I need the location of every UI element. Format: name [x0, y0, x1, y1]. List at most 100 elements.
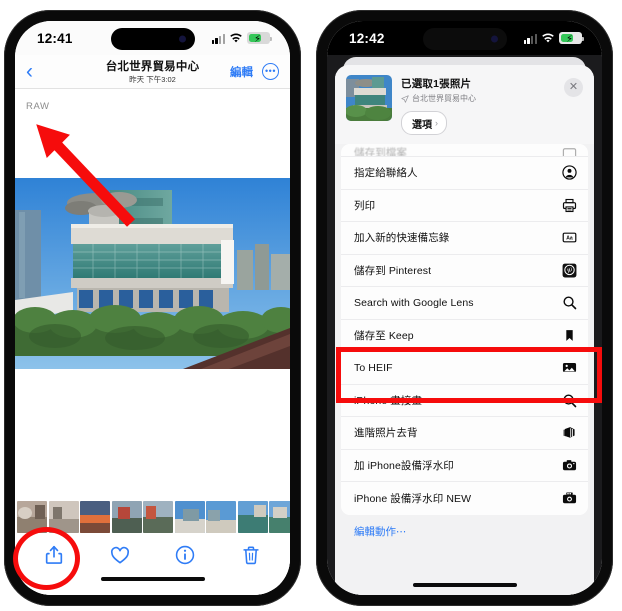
camera-icon — [562, 458, 577, 473]
photo-action-toolbar — [15, 533, 290, 577]
table-row[interactable]: 儲存至 Keep — [341, 319, 588, 352]
printer-icon — [562, 198, 577, 213]
home-indicator[interactable] — [412, 583, 517, 587]
dynamic-island — [110, 28, 195, 50]
table-row[interactable]: iPhone 畫接畫 — [341, 384, 588, 417]
photo-viewer: ‹ 台北世界貿易中心 昨天 下午3:02 編輯 ••• RAW — [15, 55, 290, 595]
table-row[interactable]: 加入新的快速備忘錄 Aa — [341, 222, 588, 255]
search-icon — [562, 295, 577, 310]
screenshot-root: 12:41 ⚡ ‹ 台北世界貿易中心 昨天 下午3:02 編輯 ••• RAW … — [0, 0, 622, 611]
share-sheet-meta: 已選取1張照片 台北世界貿易中心 選項 › — [401, 75, 583, 135]
share-action-list[interactable]: 儲存到檔案 指定給聯絡人 列印 加入新的快速備忘錄 Aa 儲存到 Pintere… — [335, 144, 594, 595]
table-row[interactable]: 進階照片去背 — [341, 417, 588, 450]
row-label: 儲存到 Pinterest — [354, 264, 432, 277]
row-label: iPhone 畫接畫 — [354, 394, 423, 407]
dynamic-island — [422, 28, 507, 50]
list-item[interactable] — [17, 501, 47, 533]
table-row[interactable]: iPhone 設備浮水印 NEW — [341, 482, 588, 515]
right-home-indicator-area — [341, 575, 588, 595]
row-label: 列印 — [354, 199, 376, 212]
location-arrow-icon — [401, 94, 409, 103]
table-row[interactable]: 列印 — [341, 189, 588, 222]
table-row[interactable]: 指定給聯絡人 — [341, 157, 588, 190]
signal-bars-icon — [211, 33, 225, 44]
row-label: 儲存到檔案 — [354, 147, 407, 157]
chevron-left-icon[interactable]: ‹ — [26, 61, 33, 82]
share-sheet: 已選取1張照片 台北世界貿易中心 選項 › ✕ 儲存到檔案 指定給聯絡人 列印 … — [335, 65, 594, 595]
photo-canvas[interactable]: RAW — [15, 89, 290, 501]
right-phone-frame: 12:42 ⚡ 已選取1張照片 台北世界貿易中心 選項 › ✕ 儲存到檔案 指定… — [316, 10, 613, 606]
list-item[interactable] — [48, 501, 79, 533]
keep-bookmark-icon — [562, 328, 577, 343]
share-icon[interactable] — [43, 544, 65, 566]
search-icon — [562, 393, 577, 408]
contact-circle-icon — [562, 165, 577, 180]
options-label: 選項 — [412, 119, 432, 131]
heart-icon[interactable] — [109, 544, 131, 566]
right-phone-screen: 12:42 ⚡ 已選取1張照片 台北世界貿易中心 選項 › ✕ 儲存到檔案 指定… — [327, 21, 602, 595]
table-row[interactable]: 儲存到 Pinterest — [341, 254, 588, 287]
table-row[interactable]: 儲存到檔案 — [341, 144, 588, 157]
home-indicator[interactable] — [100, 577, 205, 581]
layers-icon — [562, 425, 577, 440]
pinterest-icon — [562, 263, 577, 278]
options-button[interactable]: 選項 › — [401, 111, 447, 135]
row-label: 指定給聯絡人 — [354, 167, 418, 180]
status-bar-time: 12:42 — [349, 30, 385, 46]
chevron-right-icon: › — [435, 118, 438, 128]
table-row[interactable]: Search with Google Lens — [341, 287, 588, 320]
row-label: 進階照片去背 — [354, 427, 418, 440]
list-item[interactable] — [80, 501, 110, 533]
left-home-indicator-area — [15, 577, 290, 595]
status-bar-time: 12:41 — [37, 30, 73, 46]
share-sheet-header: 已選取1張照片 台北世界貿易中心 選項 › ✕ — [335, 65, 594, 144]
list-item[interactable] — [237, 501, 268, 533]
photo-thumbnail-strip[interactable] — [15, 501, 290, 533]
location-label: 台北世界貿易中心 — [412, 94, 476, 103]
row-label: To HEIF — [354, 361, 393, 374]
row-label: 儲存至 Keep — [354, 329, 414, 342]
svg-text:Aa: Aa — [566, 236, 573, 242]
row-label: 加 iPhone設備浮水印 — [354, 459, 454, 472]
edit-button[interactable]: 編輯 — [230, 64, 253, 80]
status-bar-indicators: ⚡ — [523, 32, 584, 45]
share-sheet-container: 已選取1張照片 台北世界貿易中心 選項 › ✕ 儲存到檔案 指定給聯絡人 列印 … — [327, 55, 602, 595]
table-row[interactable]: 加 iPhone設備浮水印 — [341, 449, 588, 482]
left-phone-screen: 12:41 ⚡ ‹ 台北世界貿易中心 昨天 下午3:02 編輯 ••• RAW — [15, 21, 290, 595]
share-action-card: 儲存到檔案 指定給聯絡人 列印 加入新的快速備忘錄 Aa 儲存到 Pintere… — [341, 144, 588, 515]
share-sheet-title: 已選取1張照片 — [401, 78, 472, 90]
left-status-bar: 12:41 ⚡ — [15, 21, 290, 55]
more-options-icon[interactable]: ••• — [262, 63, 279, 80]
nav-right-actions: 編輯 ••• — [230, 63, 279, 80]
wifi-icon — [542, 33, 554, 43]
selected-photo-thumbnail[interactable] — [346, 75, 392, 121]
folder-icon — [562, 145, 577, 156]
status-bar-indicators: ⚡ — [211, 32, 272, 45]
close-icon[interactable]: ✕ — [564, 78, 583, 97]
share-sheet-location: 台北世界貿易中心 — [401, 93, 583, 104]
hero-photo-image[interactable] — [15, 178, 290, 369]
trash-icon[interactable] — [240, 544, 262, 566]
photo-nav-bar: ‹ 台北世界貿易中心 昨天 下午3:02 編輯 ••• — [15, 55, 290, 89]
right-status-bar: 12:42 ⚡ — [327, 21, 602, 55]
battery-charging-icon: ⚡ — [247, 32, 272, 45]
battery-charging-icon: ⚡ — [559, 32, 584, 45]
raw-badge: RAW — [26, 101, 50, 112]
photo-icon — [562, 360, 577, 375]
camera-badge-icon — [562, 491, 577, 506]
edit-actions-button[interactable]: 編輯動作⋯ — [341, 514, 588, 539]
left-phone-frame: 12:41 ⚡ ‹ 台北世界貿易中心 昨天 下午3:02 編輯 ••• RAW — [4, 10, 301, 606]
list-item[interactable] — [206, 501, 236, 533]
wifi-icon — [230, 33, 242, 43]
quick-note-icon: Aa — [562, 230, 577, 245]
list-item[interactable] — [174, 501, 205, 533]
row-label: 加入新的快速備忘錄 — [354, 232, 450, 245]
row-label: iPhone 設備浮水印 NEW — [354, 492, 472, 505]
info-icon[interactable] — [174, 544, 196, 566]
signal-bars-icon — [523, 33, 537, 44]
list-item[interactable] — [143, 501, 173, 533]
row-label: Search with Google Lens — [354, 296, 474, 309]
list-item[interactable] — [269, 501, 290, 533]
list-item[interactable] — [111, 501, 142, 533]
table-row-to-heif[interactable]: To HEIF — [341, 352, 588, 385]
